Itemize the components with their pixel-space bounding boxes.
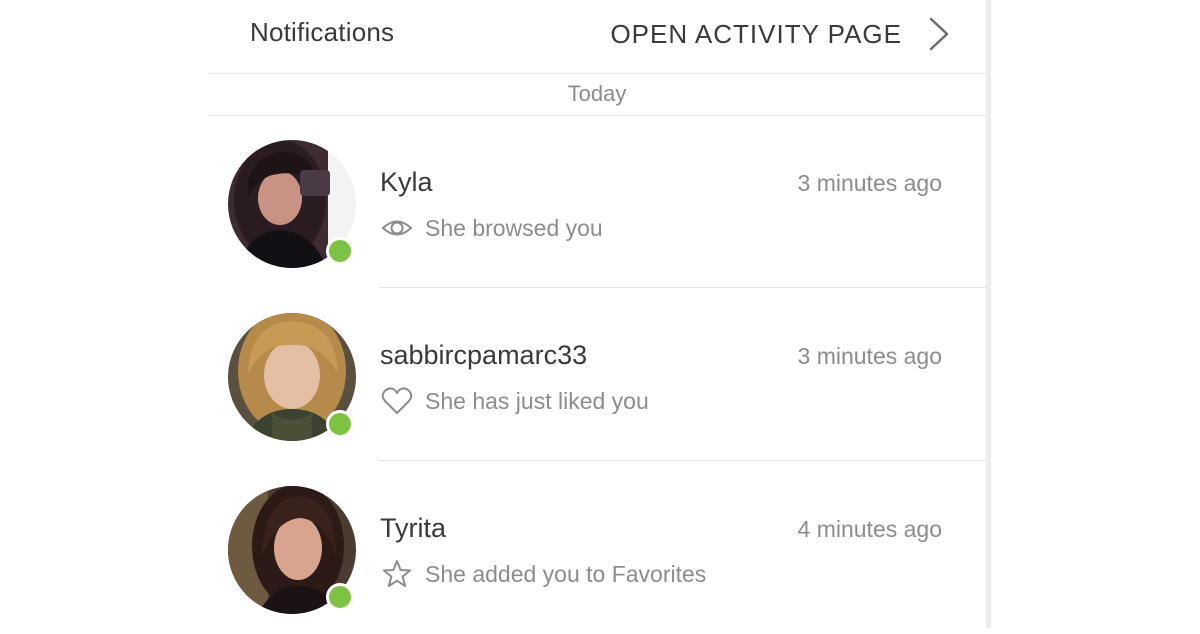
notification-action: She added you to Favorites [381, 558, 706, 590]
divider [378, 460, 986, 461]
notification-item[interactable]: Kyla 3 minutes ago She browsed you [208, 116, 986, 288]
eye-icon [381, 220, 413, 236]
notification-action: She browsed you [381, 212, 603, 244]
timestamp: 3 minutes ago [797, 170, 942, 196]
panel-right-border [986, 0, 991, 628]
chevron-right-icon [929, 17, 949, 51]
notification-text: She browsed you [425, 214, 603, 241]
notifications-header: Notifications OPEN ACTIVITY PAGE [208, 0, 986, 74]
open-activity-page-label: OPEN ACTIVITY PAGE [610, 18, 902, 49]
divider [378, 287, 986, 288]
timestamp: 4 minutes ago [797, 516, 942, 542]
notification-item[interactable]: sabbircpamarc33 3 minutes ago She has ju… [208, 289, 986, 461]
notification-action: She has just liked you [381, 385, 649, 417]
user-name[interactable]: sabbircpamarc33 [380, 340, 587, 371]
online-status-indicator [326, 410, 354, 438]
date-separator: Today [208, 74, 986, 116]
open-activity-page-link[interactable]: OPEN ACTIVITY PAGE [610, 14, 950, 54]
notification-text: She has just liked you [425, 387, 649, 414]
notification-text: She added you to Favorites [425, 560, 707, 587]
online-status-indicator [326, 583, 354, 611]
notification-item[interactable]: Tyrita 4 minutes ago She added you to Fa… [208, 462, 986, 634]
notifications-panel: Notifications OPEN ACTIVITY PAGE Today K… [208, 0, 986, 628]
user-name[interactable]: Kyla [380, 167, 433, 198]
user-name[interactable]: Tyrita [380, 513, 446, 544]
page-title: Notifications [250, 17, 395, 47]
heart-icon [381, 387, 413, 414]
online-status-indicator [326, 237, 354, 265]
star-icon [383, 560, 411, 587]
timestamp: 3 minutes ago [797, 343, 942, 369]
